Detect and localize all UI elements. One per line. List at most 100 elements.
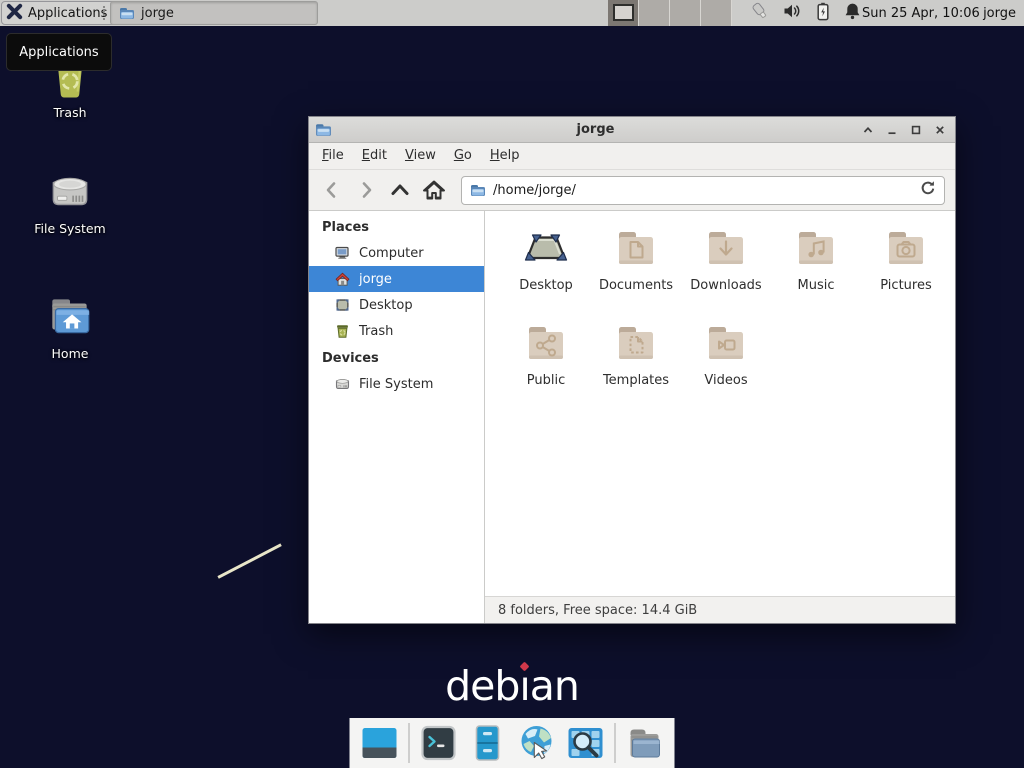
top-panel: Applications jorge Sun 25 Apr, 10:06 jor… (0, 0, 1024, 26)
file-item-videos[interactable]: Videos (681, 319, 771, 414)
terminal-icon (420, 724, 458, 762)
folder-music-icon (792, 224, 840, 272)
web-browser-button[interactable] (517, 723, 557, 763)
debian-logo-text: deb (445, 662, 519, 710)
debian-logo: debıan (0, 662, 1024, 710)
folder-video-icon (702, 319, 750, 367)
folder-icon (470, 182, 486, 198)
show-desktop-button[interactable] (360, 723, 400, 763)
file-item-desktop[interactable]: Desktop (501, 224, 591, 319)
menu-help[interactable]: Help (481, 143, 529, 169)
path-input[interactable]: /home/jorge/ (493, 183, 920, 198)
sidebar-item-trash[interactable]: Trash (309, 318, 484, 344)
sidebar-item-computer[interactable]: Computer (309, 240, 484, 266)
sidebar-item-label: jorge (359, 272, 392, 287)
workspace-1[interactable] (608, 0, 639, 26)
home-button[interactable] (419, 175, 449, 205)
file-item-public[interactable]: Public (501, 319, 591, 414)
folder-icon (119, 5, 135, 21)
dock (350, 718, 675, 768)
desktop-icon-file-system[interactable]: File System (10, 166, 130, 236)
dock-separator (615, 723, 616, 763)
file-manager-button[interactable] (625, 723, 665, 763)
folder-template-icon (612, 319, 660, 367)
shade-window-button[interactable] (859, 121, 877, 139)
sidebar-item-desktop[interactable]: Desktop (309, 292, 484, 318)
computer-icon (334, 245, 351, 261)
taskbar-window-label: jorge (141, 6, 174, 21)
reload-button[interactable] (920, 180, 936, 200)
file-item-label: Videos (704, 373, 747, 388)
workspace-2[interactable] (639, 0, 670, 26)
menu-go[interactable]: Go (445, 143, 481, 169)
desktop-icon-label: Trash (53, 105, 86, 120)
menu-edit[interactable]: Edit (353, 143, 396, 169)
sidebar-header-devices: Devices (309, 347, 484, 371)
file-item-label: Downloads (690, 278, 761, 293)
home-icon (334, 271, 351, 287)
path-bar[interactable]: /home/jorge/ (461, 176, 945, 205)
panel-clock[interactable]: Sun 25 Apr, 10:06 (862, 0, 980, 26)
hard-drive-icon (44, 166, 96, 218)
workspace-3[interactable] (670, 0, 701, 26)
main-pane: Desktop Documents Downloads Music Pictur (485, 211, 955, 623)
workspace-4[interactable] (701, 0, 732, 26)
file-item-label: Music (798, 278, 835, 293)
statusbar: 8 folders, Free space: 14.4 GiB (485, 596, 955, 623)
file-item-documents[interactable]: Documents (591, 224, 681, 319)
file-item-label: Desktop (519, 278, 573, 293)
forward-button[interactable] (351, 175, 381, 205)
folder-share-icon (522, 319, 570, 367)
sidebar-item-label: Trash (359, 324, 393, 339)
show-desktop-icon (361, 724, 399, 762)
folder-camera-icon (882, 224, 930, 272)
window-titlebar[interactable]: jorge (309, 117, 955, 143)
application-finder-button[interactable] (566, 723, 606, 763)
tooltip-text: Applications (19, 45, 98, 60)
application-finder-icon (567, 724, 605, 762)
web-browser-icon (518, 724, 556, 762)
menu-file[interactable]: File (313, 143, 353, 169)
applications-menu-button[interactable]: Applications (1, 1, 117, 25)
file-cabinet-button[interactable] (468, 723, 508, 763)
sidebar-header-places: Places (309, 216, 484, 240)
file-item-templates[interactable]: Templates (591, 319, 681, 414)
window-content: Places Computer jorge Desktop Trash Devi… (309, 210, 955, 623)
close-window-button[interactable] (931, 121, 949, 139)
desktop-icon-label: Home (52, 346, 89, 361)
sidebar-item-jorge[interactable]: jorge (309, 266, 484, 292)
system-tray (750, 0, 861, 26)
folder-download-icon (702, 224, 750, 272)
window-folder-icon (315, 121, 332, 138)
file-item-label: Pictures (880, 278, 931, 293)
debian-logo-text: an (530, 662, 579, 710)
desktop-icon (334, 297, 351, 313)
notifications-icon[interactable] (844, 2, 861, 24)
applications-tooltip: Applications (6, 33, 112, 71)
desktop-trapezoid-icon (522, 224, 570, 272)
menu-view[interactable]: View (396, 143, 445, 169)
desktop-stray-line (217, 543, 281, 578)
file-manager-folder-icon (626, 724, 664, 762)
taskbar-window-button[interactable]: jorge (110, 1, 318, 25)
sidebar: Places Computer jorge Desktop Trash Devi… (309, 211, 485, 623)
maximize-window-button[interactable] (907, 121, 925, 139)
minimize-window-button[interactable] (883, 121, 901, 139)
battery-icon[interactable] (815, 2, 831, 25)
file-grid: Desktop Documents Downloads Music Pictur (485, 211, 955, 596)
desktop-icon-home[interactable]: Home (10, 291, 130, 361)
volume-icon[interactable] (783, 2, 802, 24)
up-button[interactable] (385, 175, 415, 205)
sidebar-item-file-system[interactable]: File System (309, 371, 484, 397)
terminal-button[interactable] (419, 723, 459, 763)
back-button[interactable] (317, 175, 347, 205)
file-item-music[interactable]: Music (771, 224, 861, 319)
file-item-pictures[interactable]: Pictures (861, 224, 951, 319)
sidebar-item-label: File System (359, 377, 433, 392)
file-item-label: Templates (603, 373, 669, 388)
file-item-downloads[interactable]: Downloads (681, 224, 771, 319)
file-cabinet-icon (469, 724, 507, 762)
stylus-icon[interactable] (750, 1, 770, 25)
home-folder-icon (44, 291, 96, 343)
panel-handle[interactable] (103, 6, 107, 20)
